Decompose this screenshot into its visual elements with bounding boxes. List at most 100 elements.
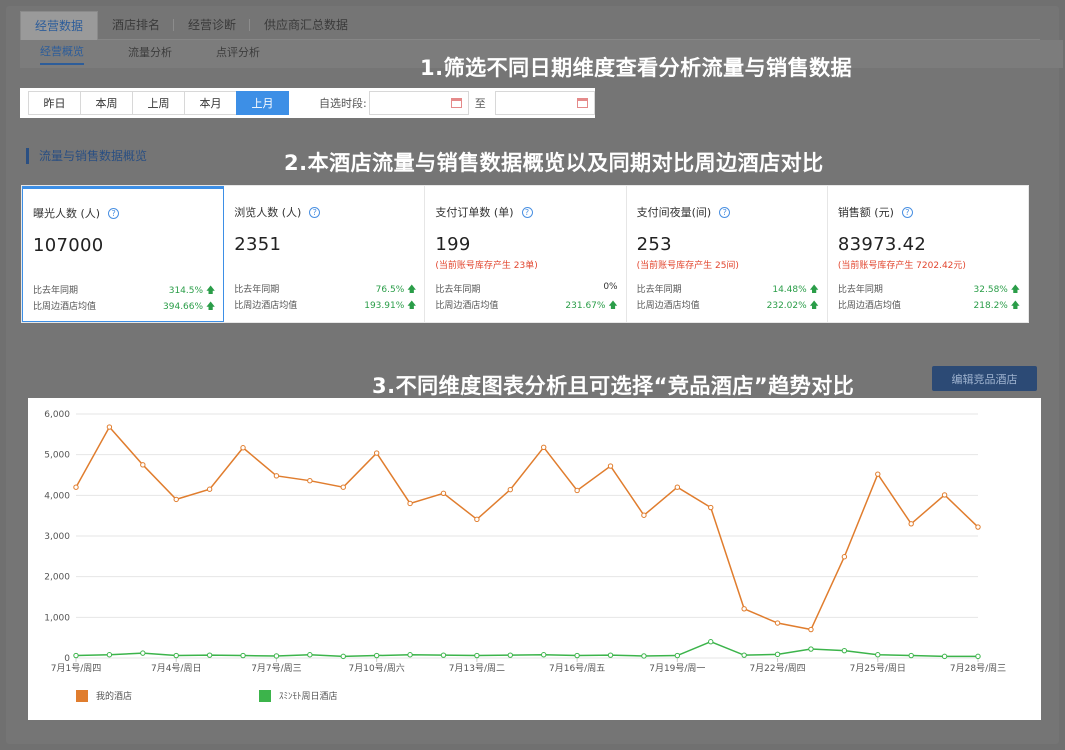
subtab-overview[interactable]: 经营概览 — [40, 43, 84, 65]
card-note — [33, 259, 223, 271]
data-point — [841, 554, 848, 560]
date-btn-this-week[interactable]: 本周 — [80, 91, 133, 115]
date-btn-this-month[interactable]: 本月 — [184, 91, 237, 115]
data-point — [407, 500, 413, 507]
card-yoy-row: 比去年同期 76.5% 🡅 — [234, 285, 417, 295]
trend-chart: 0 1,000 2,000 3,000 4,000 5,000 6,000 7月1号/周四 7月… — [28, 398, 1041, 720]
arrow-up-icon: 🡅 — [1010, 301, 1021, 311]
data-point — [674, 484, 681, 490]
data-point — [240, 445, 246, 451]
data-point — [774, 620, 781, 626]
question-circle-icon[interactable]: ? — [719, 206, 731, 218]
x-tick-label: 7月25号/周日 — [850, 663, 906, 674]
custom-range-label: 自选时段: — [319, 97, 367, 110]
subtab-reviews[interactable]: 点评分析 — [216, 44, 260, 64]
question-circle-icon[interactable]: ? — [521, 206, 533, 218]
data-point — [607, 652, 614, 658]
data-point — [941, 492, 948, 498]
arrow-up-icon: 🡅 — [205, 302, 216, 312]
subtab-traffic[interactable]: 流量分析 — [128, 44, 172, 64]
data-point — [106, 424, 113, 430]
question-circle-icon[interactable]: ? — [108, 207, 120, 219]
card-value: 83973.42 — [837, 234, 927, 255]
data-point — [173, 496, 179, 503]
metric-card-orders[interactable]: 支付订单数 (单)? 199 (当前账号库存产生 23单) 比去年同期 0% 比周… — [425, 186, 627, 322]
card-value: 107000 — [33, 235, 104, 256]
data-point — [307, 477, 313, 484]
date-btn-last-week[interactable]: 上周 — [132, 91, 185, 115]
metric-card-sales[interactable]: 销售额 (元)? 83973.42 (当前账号库存产生 7202.42元) 比去… — [828, 186, 1028, 322]
x-tick-label: 7月16号/周五 — [549, 663, 605, 674]
start-date-input[interactable] — [368, 91, 469, 115]
data-point — [975, 524, 981, 530]
question-circle-icon[interactable]: ? — [901, 206, 913, 218]
legend-item-area[interactable]: ｽﾐﾝﾓﾄ周日酒店 — [259, 689, 338, 702]
card-note: (当前账号库存产生 7202.42元) — [837, 261, 966, 271]
data-point — [73, 652, 79, 659]
data-point — [941, 653, 948, 660]
card-area-row: 比周边酒店均值 232.02% 🡅 — [636, 301, 819, 311]
data-point — [774, 651, 781, 658]
card-label: 支付订单数 (单)? — [435, 204, 625, 220]
card-note: (当前账号库存产生 23单) — [435, 261, 538, 271]
to-label: 至 — [474, 97, 486, 110]
data-point — [373, 450, 380, 456]
y-tick-label: 6,000 — [44, 410, 70, 420]
legend-item-mine[interactable]: 我的酒店 — [76, 689, 132, 702]
card-value: 2351 — [234, 234, 282, 255]
y-tick-label: 5,000 — [44, 451, 70, 461]
tab-business-diagnosis[interactable]: 经营诊断 — [174, 11, 251, 39]
top-tab-bar: 经营数据 酒店排名 经营诊断 供应商汇总数据 — [20, 10, 1040, 40]
data-point — [106, 652, 113, 658]
data-point — [975, 653, 981, 660]
data-point — [808, 626, 814, 633]
data-point — [507, 652, 513, 658]
data-point — [541, 652, 547, 658]
card-area-row: 比周边酒店均值 394.66% 🡅 — [33, 302, 216, 312]
arrow-up-icon: 🡅 — [1010, 285, 1021, 295]
date-btn-yesterday[interactable]: 昨日 — [28, 91, 81, 115]
date-filter-bar: 昨日 本周 上周 本月 上月 自选时段: 至 — [20, 88, 595, 118]
card-label: 浏览人数 (人)? — [234, 204, 424, 220]
card-area-row: 比周边酒店均值 218.2% 🡅 — [837, 301, 1021, 311]
edit-competitor-button[interactable]: 编辑竞品酒店 — [932, 366, 1037, 391]
card-value: 253 — [636, 234, 672, 255]
data-point — [641, 653, 647, 659]
data-point — [607, 463, 614, 469]
card-yoy-row: 比去年同期 14.48% 🡅 — [636, 285, 819, 295]
date-btn-last-month[interactable]: 上月 — [236, 91, 289, 115]
data-point — [741, 652, 747, 658]
question-circle-icon[interactable]: ? — [309, 206, 321, 218]
data-point — [574, 652, 580, 659]
arrow-up-icon: 🡅 — [407, 301, 417, 311]
x-tick-label: 7月13号/周二 — [449, 663, 505, 674]
data-point — [908, 652, 914, 659]
card-area-row: 比周边酒店均值 193.91% 🡅 — [234, 301, 417, 311]
annotation-2: 2.本酒店流量与销售数据概览以及同期对比周边酒店对比 — [284, 151, 824, 175]
tab-hotel-ranking[interactable]: 酒店排名 — [98, 11, 175, 39]
data-point — [908, 521, 914, 527]
section-title: 流量与销售数据概览 — [26, 148, 147, 164]
data-point — [541, 444, 547, 451]
metric-card-exposure[interactable]: 曝光人数 (人)? 107000 比去年同期 314.5% 🡅 比周边酒店均值 39… — [22, 186, 225, 322]
tab-business-data[interactable]: 经营数据 — [20, 11, 99, 40]
metric-card-room-nights[interactable]: 支付间夜量(间)? 253 (当前账号库存产生 25间) 比去年同期 14.48%… — [627, 186, 828, 322]
card-label: 销售额 (元)? — [838, 204, 1028, 220]
card-area-row: 比周边酒店均值 231.67% 🡅 — [435, 301, 618, 311]
data-point — [206, 486, 213, 492]
tab-supplier-summary[interactable]: 供应商汇总数据 — [250, 11, 362, 39]
data-point — [307, 652, 313, 658]
y-tick-label: 1,000 — [44, 613, 70, 623]
arrow-up-icon: 🡅 — [809, 301, 819, 311]
x-tick-label: 7月19号/周一 — [649, 663, 705, 674]
data-point — [741, 606, 747, 612]
arrow-up-icon: 🡅 — [205, 286, 216, 296]
data-point — [875, 471, 881, 477]
end-date-input[interactable] — [494, 91, 595, 115]
arrow-up-icon: 🡅 — [608, 301, 618, 311]
card-label: 支付间夜量(间)? — [637, 204, 827, 220]
metric-card-visitors[interactable]: 浏览人数 (人)? 2351 比去年同期 76.5% 🡅 比周边酒店均值 193.9… — [224, 186, 426, 322]
data-point — [206, 652, 213, 658]
data-point — [574, 487, 580, 494]
data-point — [440, 490, 447, 497]
